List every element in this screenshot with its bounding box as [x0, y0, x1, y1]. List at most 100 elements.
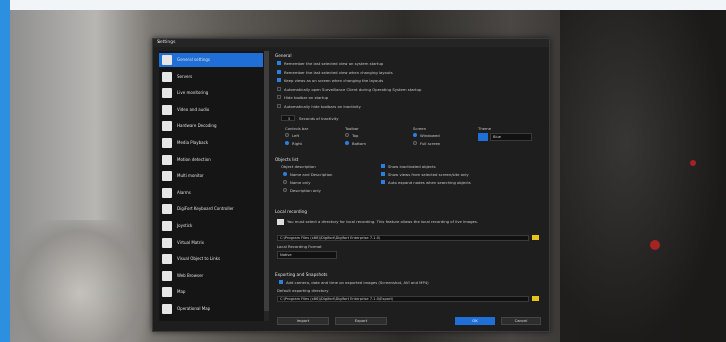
inactivity-value: 5 — [288, 116, 291, 121]
toolbar-bottom-label: Bottom — [352, 141, 366, 146]
toolbar-bottom-radio[interactable] — [345, 141, 349, 145]
monitor-icon — [162, 88, 172, 99]
video-icon — [162, 104, 172, 115]
screen-windowed-radio[interactable] — [413, 133, 417, 137]
sidebar-item[interactable]: Visual Object to Links — [159, 252, 263, 266]
sidebar-item-label: General settings — [177, 57, 210, 62]
top-bar — [0, 0, 726, 10]
export-button[interactable]: Export — [335, 317, 387, 325]
sidebar-item[interactable]: Operational Map — [159, 302, 263, 316]
sidebar-item-label: Alarms — [177, 189, 191, 195]
sidebar-item[interactable]: Hardware Decoding — [159, 119, 263, 133]
close-icon[interactable]: × — [157, 40, 546, 45]
left-accent-strip — [0, 0, 10, 342]
show-views-selected-label: Show views from selected screen/site onl… — [388, 172, 469, 177]
background-light — [690, 160, 696, 166]
screenshot-frame: Settings × General settings Servers Live m… — [0, 0, 726, 342]
general-option-checkbox[interactable] — [277, 61, 281, 65]
desc-name-and-description-radio[interactable] — [283, 172, 287, 176]
sidebar-item[interactable]: Alarms — [159, 186, 263, 200]
export-dir-path-input[interactable]: C:\Program Files (x86)\Digifort\Digifort… — [277, 296, 529, 302]
export-dir-label: Default exporting directory — [277, 288, 329, 293]
recording-format-select[interactable]: Native — [277, 251, 337, 259]
add-camera-info-checkbox[interactable] — [279, 280, 283, 284]
general-option-label: Automatically hide toolbars on Inactivit… — [284, 104, 361, 109]
sidebar-item-label: Motion detection — [177, 156, 211, 162]
recording-format-value: Native — [280, 253, 292, 257]
settings-content: General Remember the last selected view … — [273, 51, 543, 313]
folder-icon[interactable] — [532, 235, 539, 240]
general-option-label: Remember the last selected view on syste… — [284, 61, 384, 66]
screen-fullscreen-radio[interactable] — [413, 141, 417, 145]
sidebar-item-label: Media Playback — [177, 140, 209, 145]
sidebar-scrollbar-thumb[interactable] — [264, 51, 269, 311]
general-option-checkbox[interactable] — [277, 78, 281, 83]
chip-icon — [162, 121, 172, 132]
desc-description-only-radio[interactable] — [283, 188, 287, 192]
sidebar-item[interactable]: DigiFort Keyboard Controller — [159, 202, 263, 216]
sidebar-item[interactable]: Servers — [159, 70, 263, 84]
sidebar-item-label: Video and audio — [177, 106, 210, 112]
sidebar-item[interactable]: Joystick — [159, 219, 263, 233]
sidebar-item-label: Multi monitor — [177, 173, 204, 179]
sidebar-item[interactable]: Motion detection — [159, 153, 263, 167]
dialog-footer: Import Export OK Cancel — [273, 315, 543, 327]
cancel-button[interactable]: Cancel — [501, 317, 541, 325]
inactivity-spinner[interactable]: 5 — [281, 115, 295, 121]
general-option-label: Remember the last selected view when cha… — [284, 69, 393, 75]
theme-title: Theme — [478, 126, 492, 131]
controls-bar-title: Controls bar — [285, 126, 309, 131]
sidebar-item[interactable]: General settings — [159, 53, 263, 67]
general-option-label: Keep views as on screen when changing th… — [284, 78, 384, 84]
auto-expand-checkbox[interactable] — [381, 180, 385, 184]
general-option-checkbox[interactable] — [277, 69, 281, 74]
sidebar-item-label: DigiFort Keyboard Controller — [177, 206, 234, 212]
controls-bar-left-radio[interactable] — [285, 133, 289, 137]
dialog-titlebar: Settings × — [153, 39, 549, 47]
general-option-checkbox[interactable] — [277, 104, 281, 108]
exporting-heading: Exporting and Snapshots — [275, 272, 328, 277]
theme-select[interactable]: Blue — [490, 133, 532, 141]
settings-sidebar: General settings Servers Live monitoring Vi… — [159, 51, 269, 321]
toolbar-top-label: Top — [352, 133, 359, 138]
sidebar-item[interactable]: Media Playback — [159, 136, 263, 150]
controls-bar-left-label: Left — [292, 133, 300, 138]
background-shadow — [560, 10, 726, 342]
sidebar-item[interactable]: Live monitoring — [159, 86, 263, 100]
auto-expand-label: Auto expand nodes when searching objects — [388, 180, 471, 185]
show-views-selected-checkbox[interactable] — [381, 172, 385, 176]
general-option-checkbox[interactable] — [277, 95, 281, 100]
desc-name-and-description-label: Name and Description — [290, 172, 333, 177]
background-highlight — [10, 220, 150, 342]
controls-bar-right-radio[interactable] — [285, 141, 289, 145]
sidebar-item-label: Live monitoring — [177, 90, 209, 96]
playback-icon — [162, 138, 172, 148]
multi-monitor-icon — [162, 171, 172, 182]
folder-icon[interactable] — [532, 296, 539, 301]
sidebar-item[interactable]: Web Browser — [159, 269, 263, 283]
local-recording-path-input[interactable]: C:\Program Files (x86)\Digifort\Digifort… — [277, 235, 529, 241]
server-icon — [162, 71, 172, 82]
toolbar-top-radio[interactable] — [345, 133, 349, 137]
desc-name-only-radio[interactable] — [283, 180, 287, 184]
sidebar-item[interactable]: Virtual Matrix — [159, 236, 263, 250]
sidebar-item[interactable]: Map — [159, 285, 263, 299]
sidebar-item[interactable]: Video and audio — [159, 103, 263, 117]
theme-color-swatch — [478, 133, 488, 141]
general-option-label: Automatically open Surveillance Client d… — [284, 86, 422, 92]
sidebar-item-label: Visual Object to Links — [177, 256, 221, 262]
sidebar-item-label: Web Browser — [177, 272, 204, 278]
show-inactivated-checkbox[interactable] — [381, 164, 385, 168]
desc-name-only-label: Name only — [290, 180, 311, 185]
link-icon — [162, 254, 172, 265]
sidebar-item[interactable]: Multi monitor — [159, 169, 263, 183]
keyboard-icon — [162, 204, 172, 215]
browser-icon — [162, 270, 172, 281]
general-option-label: Hide toolbar on startup — [284, 95, 329, 101]
background-light — [650, 240, 660, 250]
ok-button[interactable]: OK — [455, 317, 495, 325]
import-button[interactable]: Import — [277, 317, 329, 325]
general-option-checkbox[interactable] — [277, 86, 281, 91]
sidebar-item-label: Hardware Decoding — [177, 123, 217, 129]
objects-list-heading: Objects list — [275, 157, 299, 162]
